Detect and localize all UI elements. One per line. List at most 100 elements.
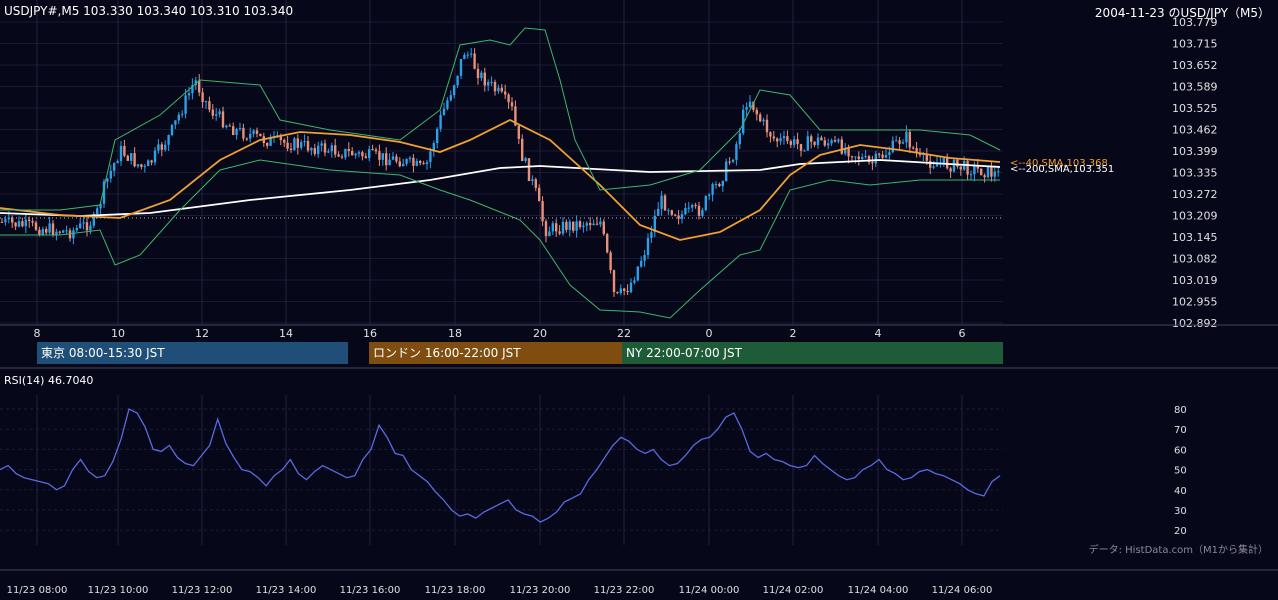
candle-body	[694, 204, 697, 206]
candle-body	[181, 113, 184, 115]
candle-body	[541, 201, 544, 222]
candle-body	[796, 139, 799, 145]
candle-body	[296, 138, 299, 148]
candle-body	[119, 145, 123, 162]
candle-body	[980, 168, 983, 176]
candle-body	[204, 101, 208, 103]
candle-body	[776, 138, 779, 142]
candle-body	[942, 158, 945, 163]
date-tick-label: 11/24 04:00	[848, 585, 909, 596]
candle-body	[820, 137, 823, 141]
candle-body	[160, 144, 163, 150]
date-tick-label: 11/23 20:00	[510, 585, 571, 596]
candle-body	[857, 156, 860, 160]
candle-body	[572, 221, 575, 231]
candle-body	[847, 148, 850, 157]
candle-body	[150, 160, 153, 163]
candle-body	[320, 143, 323, 146]
candle-body	[633, 280, 636, 283]
candle-body	[878, 153, 881, 155]
candle-body	[391, 156, 395, 160]
candle-body	[772, 136, 775, 139]
candle-body	[504, 91, 507, 95]
candle-body	[75, 228, 78, 231]
candle-body	[167, 134, 170, 145]
candle-body	[701, 210, 704, 216]
candle-body	[14, 222, 17, 227]
candle-body	[905, 131, 908, 143]
candle-body	[473, 53, 476, 69]
candle-body	[293, 138, 296, 150]
candle-body	[153, 150, 157, 163]
hour-tick-label: 2	[790, 327, 797, 340]
price-tick-label: 103.652	[1172, 59, 1218, 72]
candle-body	[898, 140, 901, 144]
candle-body	[997, 171, 1000, 173]
candle-body	[289, 148, 293, 150]
candle-body	[347, 148, 350, 151]
candle-body	[419, 160, 422, 164]
candle-body	[7, 217, 10, 220]
candle-body	[177, 114, 180, 121]
candle-body	[174, 120, 177, 125]
candle-body	[582, 225, 585, 227]
candle-body	[568, 221, 571, 230]
candle-body	[408, 157, 412, 160]
candle-body	[143, 166, 146, 168]
candle-body	[765, 119, 769, 133]
candle-body	[337, 154, 340, 157]
candle-body	[208, 101, 211, 110]
candle-body	[211, 109, 214, 116]
candle-body	[34, 222, 38, 230]
candle-body	[558, 231, 561, 234]
candle-body	[969, 174, 973, 176]
candle-body	[225, 125, 228, 128]
candle-body	[323, 143, 327, 153]
candle-body	[344, 148, 347, 158]
price-tick-label: 103.335	[1172, 167, 1218, 180]
hour-tick-label: 6	[959, 327, 966, 340]
candle-body	[371, 149, 374, 151]
date-tick-label: 11/24 02:00	[763, 585, 824, 596]
candle-body	[538, 187, 541, 202]
candle-body	[429, 151, 432, 163]
candle-body	[483, 72, 486, 86]
candle-body	[62, 230, 65, 233]
candle-body	[354, 153, 357, 156]
candle-body	[310, 148, 313, 151]
candle-body	[164, 144, 167, 150]
rsi-line	[0, 408, 1001, 523]
symbol-quote: USDJPY#,M5 103.330 103.340 103.310 103.3…	[4, 4, 294, 18]
candle-body	[708, 194, 711, 197]
candle-body	[660, 195, 663, 209]
price-tick-label: 103.589	[1172, 81, 1218, 94]
candle-body	[238, 127, 242, 129]
candle-body	[966, 161, 969, 175]
candle-body	[616, 292, 619, 294]
hour-tick-label: 22	[617, 327, 631, 340]
candle-body	[446, 100, 449, 109]
hour-tick-label: 0	[706, 327, 713, 340]
candle-body	[463, 54, 466, 59]
candle-body	[555, 223, 558, 232]
candle-body	[840, 139, 843, 154]
candle-body	[884, 155, 888, 158]
candle-body	[517, 125, 520, 139]
candle-body	[786, 136, 789, 142]
candle-body	[17, 221, 21, 227]
candle-body	[609, 252, 612, 271]
candle-body	[11, 217, 14, 223]
candle-body	[578, 221, 582, 227]
candle-body	[674, 214, 677, 216]
candle-body	[133, 153, 136, 167]
hour-tick-label: 14	[279, 327, 293, 340]
candle-body	[731, 159, 735, 162]
rsi-tick-label: 50	[1174, 466, 1187, 477]
candle-body	[388, 159, 391, 166]
candle-body	[748, 101, 752, 107]
candle-body	[41, 229, 44, 235]
candle-body	[697, 205, 701, 216]
candle-body	[58, 231, 61, 233]
candle-body	[500, 87, 503, 92]
candle-body	[779, 138, 782, 142]
